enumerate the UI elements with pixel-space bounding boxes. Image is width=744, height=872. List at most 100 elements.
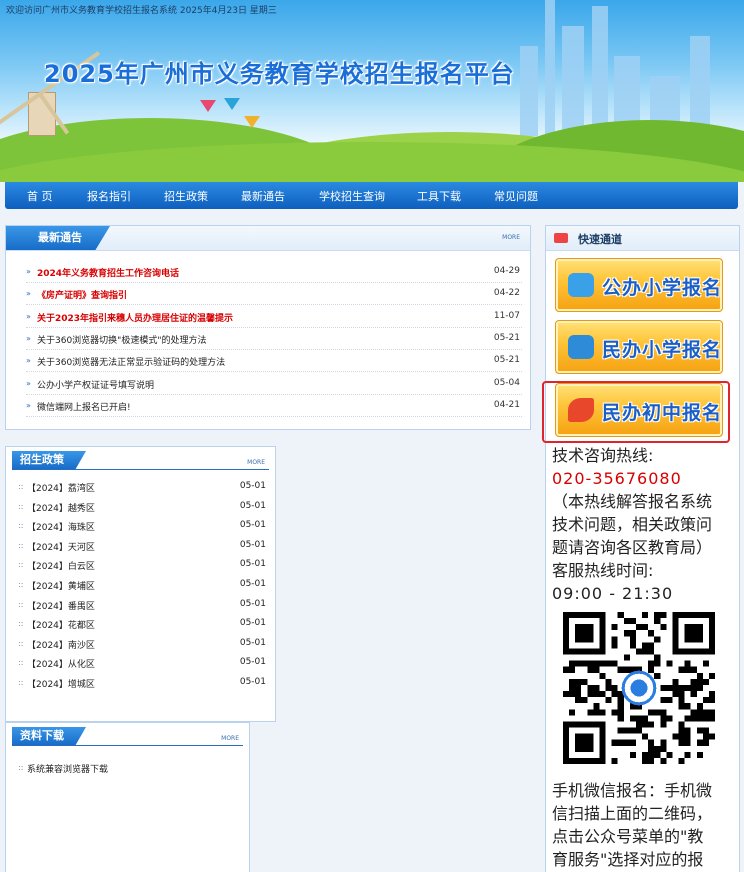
policy-date: 05-01 [239, 677, 266, 687]
nav-school-query[interactable]: 学校招生查询 [319, 188, 385, 204]
nav-faq[interactable]: 常见问题 [494, 188, 538, 204]
bullet-icon: :: [18, 678, 24, 687]
download-item-text: 系统兼容浏览器下载 [27, 765, 109, 775]
policy-date: 05-01 [239, 637, 266, 648]
policy-row[interactable]: :: 【2024】越秀区 05-01 [18, 498, 266, 517]
bullet-icon: :: [18, 501, 24, 511]
policy-title-text: 【2024】花都区 [27, 621, 95, 632]
bullet-icon: :: [18, 521, 24, 531]
policy-row[interactable]: :: 【2024】黄埔区 05-01 [18, 576, 266, 595]
downloads-more-link[interactable]: MORE [221, 735, 239, 742]
notice-title: 2024年义务教育招生工作咨询电话 [37, 269, 180, 279]
list-item[interactable]: :: 系统兼容浏览器下载 [18, 759, 238, 778]
policy-date: 05-01 [239, 520, 266, 531]
wechat-qr-code [563, 612, 715, 764]
notice-row[interactable]: » 公办小学产权证证号填写说明 05-04 [26, 373, 522, 395]
policy-row[interactable]: :: 【2024】番禺区 05-01 [18, 596, 266, 615]
bullet-icon: :: [18, 540, 24, 550]
tower-decoration [562, 26, 584, 136]
hotline-number: 020-35676080 [552, 469, 682, 488]
wechat-text-line: 点击公众号菜单的"教 [552, 827, 704, 846]
policy-date: 05-01 [239, 598, 266, 609]
arrow-icon: » [26, 356, 31, 366]
arrow-icon: » [26, 333, 31, 343]
policy-title-text: 【2024】荔湾区 [27, 484, 95, 494]
welcome-text: 欢迎访问广州市义务教育学校招生报名系统 2025年4月23日 星期三 [6, 6, 277, 16]
notice-title: 微信端网上报名已开启! [37, 402, 131, 413]
public-primary-register-button[interactable]: 公办小学报名 [555, 258, 723, 312]
private-primary-register-button[interactable]: 民办小学报名 [555, 320, 723, 374]
quick-access-header: 快速通道 [546, 226, 739, 251]
notices-panel: 最新通告 MORE » 2024年义务教育招生工作咨询电话 04-29 » 《房产证明》… [5, 225, 531, 430]
policy-panel: 招生政策 MORE :: 【2024】荔湾区 05-01:: 【2024】越秀区 05-… [5, 446, 276, 722]
notices-more-link[interactable]: MORE [502, 234, 520, 241]
bullet-icon: :: [18, 638, 24, 648]
school-icon [568, 273, 594, 297]
button-label: 公办小学报名 [602, 277, 723, 299]
policy-row[interactable]: :: 【2024】海珠区 05-01 [18, 517, 266, 536]
bullet-icon: :: [18, 482, 24, 491]
arrow-icon: » [26, 378, 31, 388]
notice-row[interactable]: » 《房产证明》查询指引 04-22 [26, 283, 522, 306]
notice-row[interactable]: » 微信端网上报名已开启! 04-21 [26, 395, 522, 417]
policy-title-text: 【2024】从化区 [27, 660, 95, 671]
notice-row[interactable]: » 关于360浏览器切换"极速模式"的处理方法 05-21 [26, 328, 522, 350]
notice-title: 关于2023年指引来穗人员办理居住证的温馨提示 [37, 313, 234, 324]
nav-policy[interactable]: 招生政策 [164, 188, 208, 204]
notice-row[interactable]: » 关于2023年指引来穗人员办理居住证的温馨提示 11-07 [26, 306, 522, 328]
notice-row[interactable]: » 关于360浏览器无法正常显示验证码的处理方法 05-21 [26, 350, 522, 373]
policy-row[interactable]: :: 【2024】荔湾区 05-01 [18, 478, 266, 497]
policy-title: 招生政策 [12, 451, 86, 469]
policy-row[interactable]: :: 【2024】白云区 05-01 [18, 556, 266, 575]
notice-row[interactable]: » 2024年义务教育招生工作咨询电话 04-29 [26, 261, 522, 283]
downloads-panel: 资料下载 MORE :: 系统兼容浏览器下载 [5, 722, 250, 872]
divider [12, 469, 269, 470]
policy-row[interactable]: :: 【2024】增城区 05-01 [18, 674, 266, 693]
notice-date: 05-21 [493, 332, 520, 343]
policy-date: 05-01 [239, 481, 266, 491]
bullet-icon: :: [18, 658, 24, 668]
computer-icon [568, 335, 594, 359]
hotline-label: 技术咨询热线: [552, 446, 654, 465]
bullet-icon: :: [18, 599, 24, 609]
arrow-icon: » [26, 267, 31, 276]
arrow-icon: » [26, 289, 31, 299]
nav-notices[interactable]: 最新通告 [241, 188, 285, 204]
notice-title: 公办小学产权证证号填写说明 [37, 380, 155, 391]
notice-date: 05-21 [493, 355, 520, 366]
service-label: 客服热线时间: [552, 561, 654, 580]
kite-icon [244, 116, 260, 128]
policy-row[interactable]: :: 【2024】从化区 05-01 [18, 654, 266, 673]
policy-title-text: 【2024】番禺区 [27, 601, 95, 612]
page-title: 2025年广州市义务教育学校招生报名平台 [44, 60, 515, 88]
policy-row[interactable]: :: 【2024】天河区 05-01 [18, 537, 266, 556]
nav-guide[interactable]: 报名指引 [87, 188, 131, 204]
nav-home[interactable]: 首 页 [27, 188, 53, 204]
nav-downloads[interactable]: 工具下载 [417, 188, 461, 204]
policy-date: 05-01 [239, 579, 266, 589]
notice-date: 05-04 [493, 377, 520, 388]
hotline-note-line: 技术问题，相关政策问 [552, 515, 713, 534]
button-label: 民办小学报名 [602, 339, 723, 361]
policy-row[interactable]: :: 【2024】花都区 05-01 [18, 615, 266, 634]
policy-date: 05-01 [239, 618, 266, 629]
policy-row[interactable]: :: 【2024】南沙区 05-01 [18, 635, 266, 654]
bullet-icon: :: [18, 763, 24, 772]
notice-title: 《房产证明》查询指引 [37, 291, 128, 302]
tower-decoration [545, 0, 555, 136]
tower-decoration [520, 46, 538, 136]
policy-title-text: 【2024】海珠区 [27, 523, 95, 534]
tower-decoration [592, 6, 608, 136]
policy-title-text: 【2024】越秀区 [27, 503, 95, 514]
policy-date: 05-01 [239, 539, 266, 550]
policy-title-text: 【2024】南沙区 [27, 640, 95, 651]
bullet-icon: :: [18, 560, 24, 570]
notice-date: 11-07 [493, 310, 520, 321]
policy-more-link[interactable]: MORE [247, 459, 265, 466]
notice-date: 04-22 [493, 288, 520, 299]
wechat-text-line: 手机微信报名：手机微 [552, 781, 713, 800]
divider [12, 745, 243, 746]
policy-title-text: 【2024】白云区 [27, 562, 95, 573]
arrow-icon: » [26, 400, 31, 410]
notices-header: 最新通告 MORE [6, 226, 530, 251]
